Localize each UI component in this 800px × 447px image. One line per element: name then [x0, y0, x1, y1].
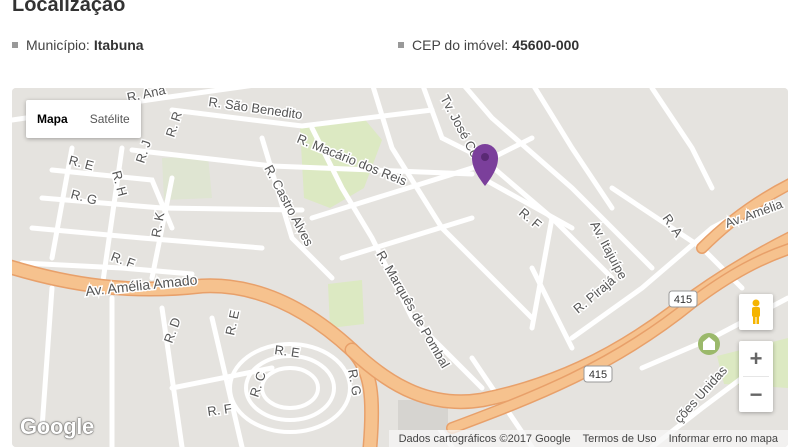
map-type-control: Mapa Satélite — [26, 100, 141, 138]
bullet-icon — [12, 42, 18, 48]
terms-link[interactable]: Termos de Uso — [583, 433, 657, 445]
cep-label: CEP do imóvel: — [412, 37, 509, 53]
park-area — [328, 280, 364, 328]
zoom-in-button[interactable]: + — [739, 341, 773, 376]
section-title: Localização — [12, 0, 126, 16]
route-shield: 415 — [583, 365, 613, 383]
google-logo[interactable]: Google — [20, 414, 94, 440]
pegman-street-view-icon[interactable] — [739, 294, 773, 330]
cep-value: 45600-000 — [512, 37, 580, 53]
route-shield-label: 415 — [589, 369, 607, 381]
municipio-label: Município: — [26, 37, 90, 53]
map[interactable]: 415 415 R. Ana R. São Benedito R. Macári… — [12, 88, 788, 447]
report-error-link[interactable]: Informar erro no mapa — [669, 433, 778, 445]
map-attribution: Dados cartográficos ©2017 Google Termos … — [388, 430, 788, 447]
zoom-out-button[interactable]: − — [739, 377, 773, 412]
municipio-value: Itabuna — [93, 37, 144, 53]
map-type-satellite-button[interactable]: Satélite — [79, 100, 141, 138]
route-shield-label: 415 — [674, 294, 692, 306]
bullet-icon — [398, 42, 404, 48]
municipio-row: Município: Itabuna — [12, 37, 144, 53]
map-type-map-button[interactable]: Mapa — [26, 100, 79, 138]
route-shield: 415 — [668, 290, 698, 308]
map-canvas[interactable]: 415 415 R. Ana R. São Benedito R. Macári… — [12, 88, 788, 447]
church-icon[interactable] — [698, 333, 720, 355]
attribution-data: Dados cartográficos ©2017 Google — [398, 432, 571, 445]
roundabout-center — [276, 378, 304, 398]
pegman-figure-icon — [752, 299, 760, 324]
cep-row: CEP do imóvel: 45600-000 — [398, 37, 579, 53]
zoom-control: + − — [739, 341, 773, 412]
